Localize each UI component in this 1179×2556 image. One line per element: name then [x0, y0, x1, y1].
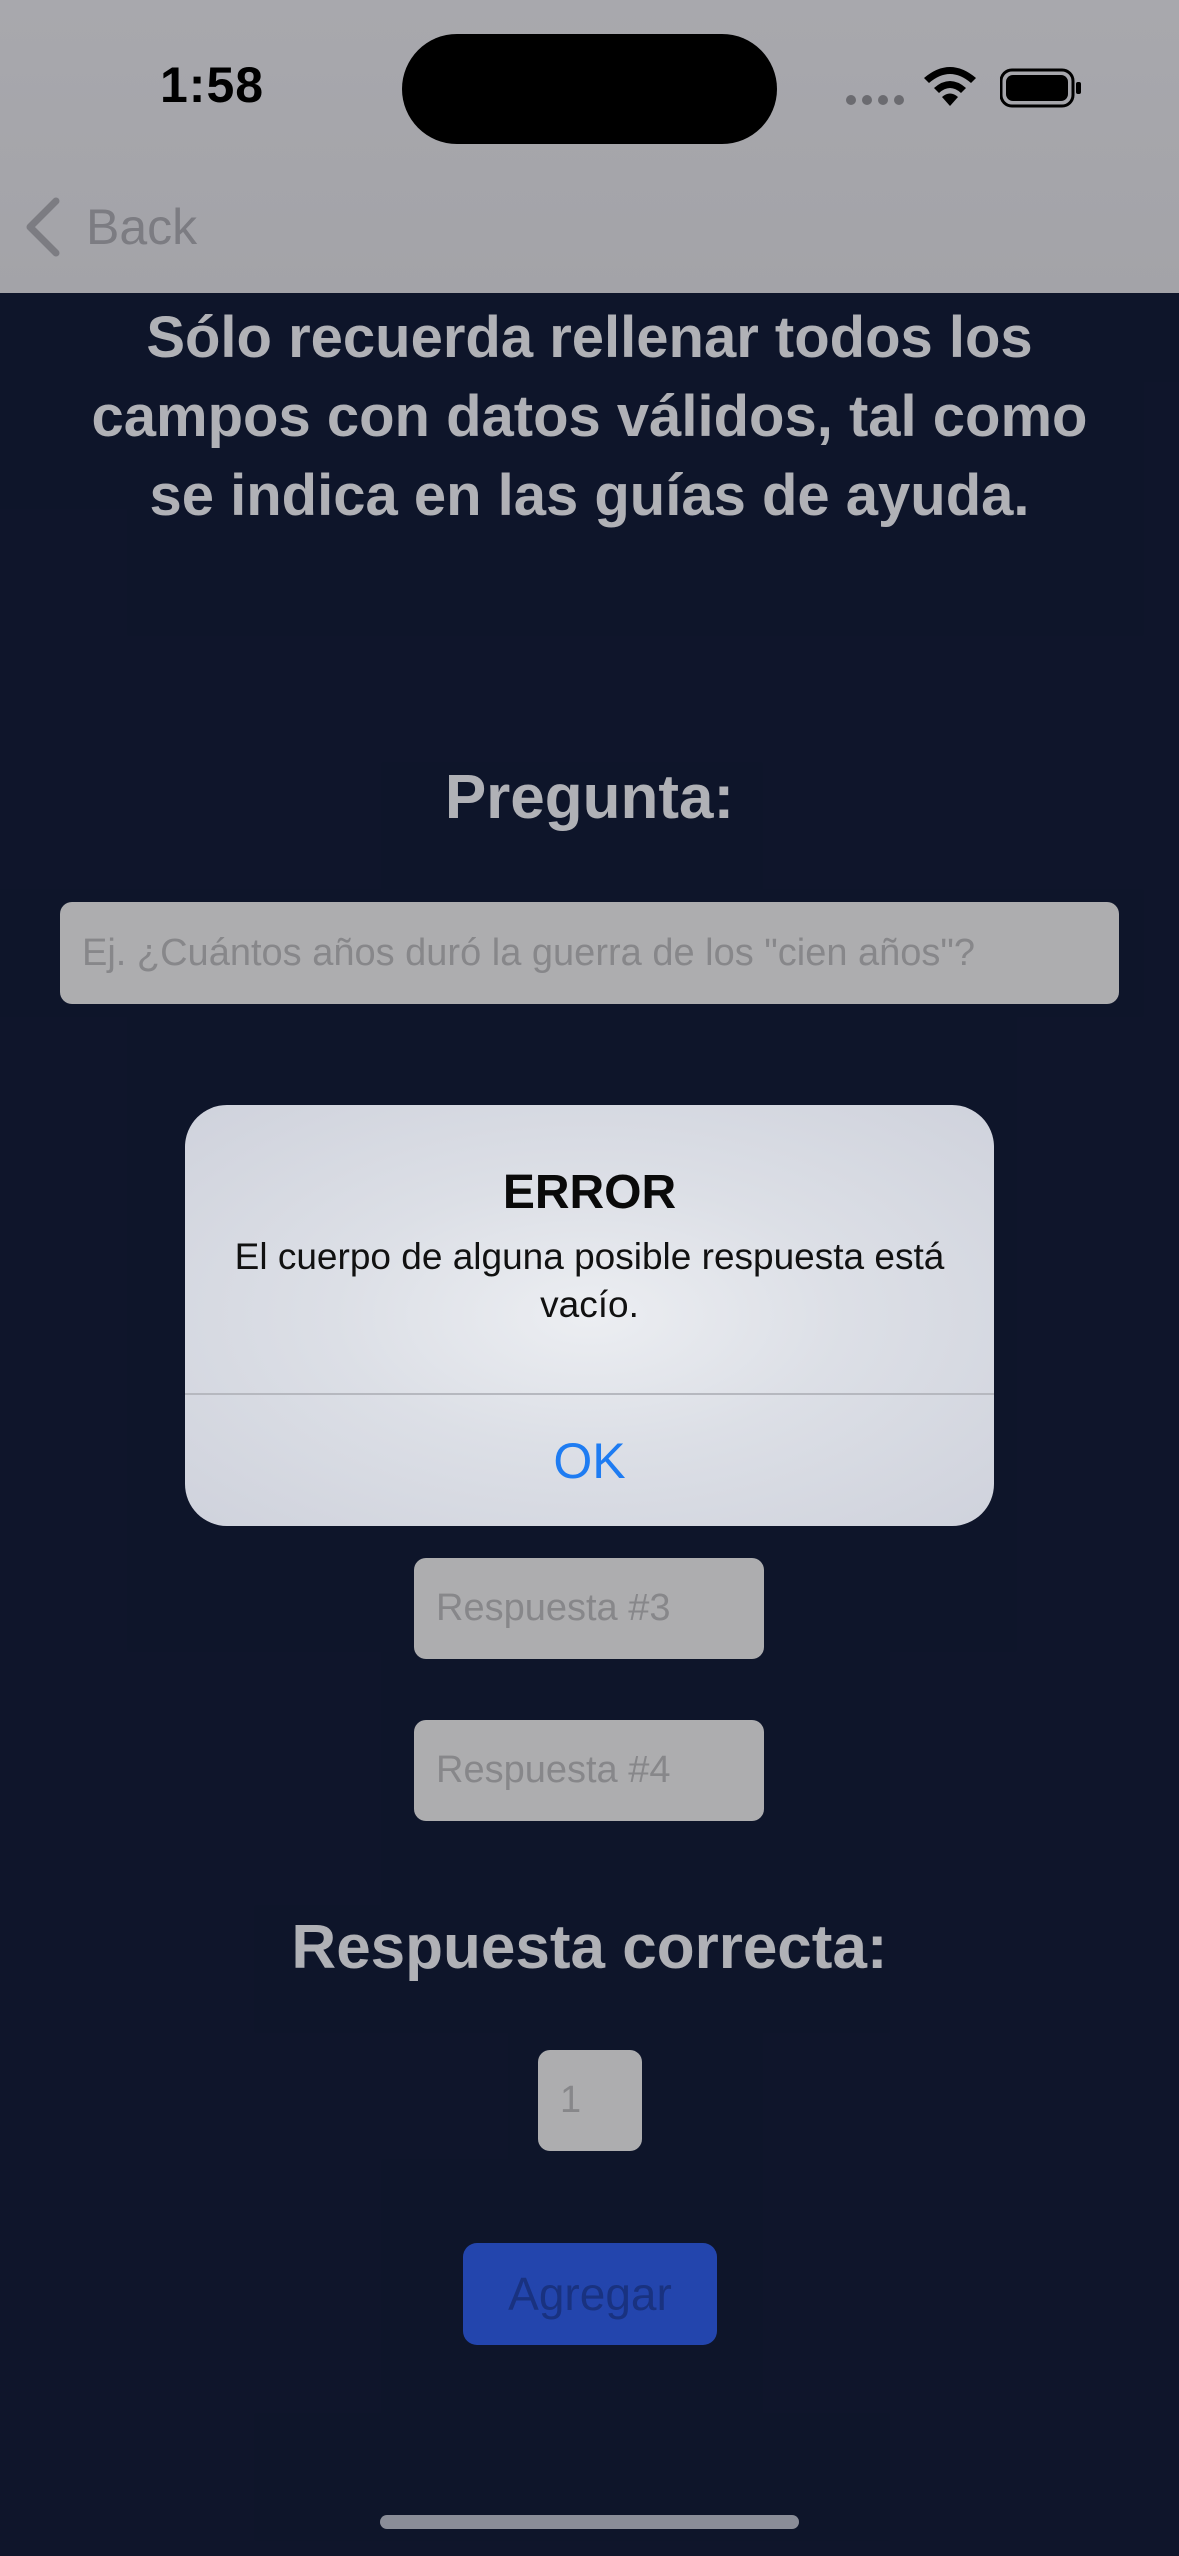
wifi-icon [924, 67, 976, 106]
error-alert: ERROR El cuerpo de alguna posible respue… [185, 1105, 994, 1526]
dynamic-island [402, 34, 777, 144]
status-time: 1:58 [160, 57, 265, 113]
back-label: Back [86, 199, 198, 255]
cellular-signal-icon [846, 95, 906, 105]
app-screen: Sólo recuerda rellenar todos los campos … [0, 0, 1179, 2556]
home-indicator[interactable] [380, 2515, 799, 2529]
ok-button[interactable]: OK [185, 1395, 994, 1526]
navigation-bar: 1:58 Back [0, 0, 1179, 293]
alert-title: ERROR [502, 1166, 677, 1219]
battery-icon [1000, 68, 1081, 108]
back-button[interactable]: Back [24, 192, 197, 262]
alert-message: El cuerpo de alguna posible respuesta es… [234, 1236, 945, 1325]
chevron-left-icon [26, 197, 60, 257]
